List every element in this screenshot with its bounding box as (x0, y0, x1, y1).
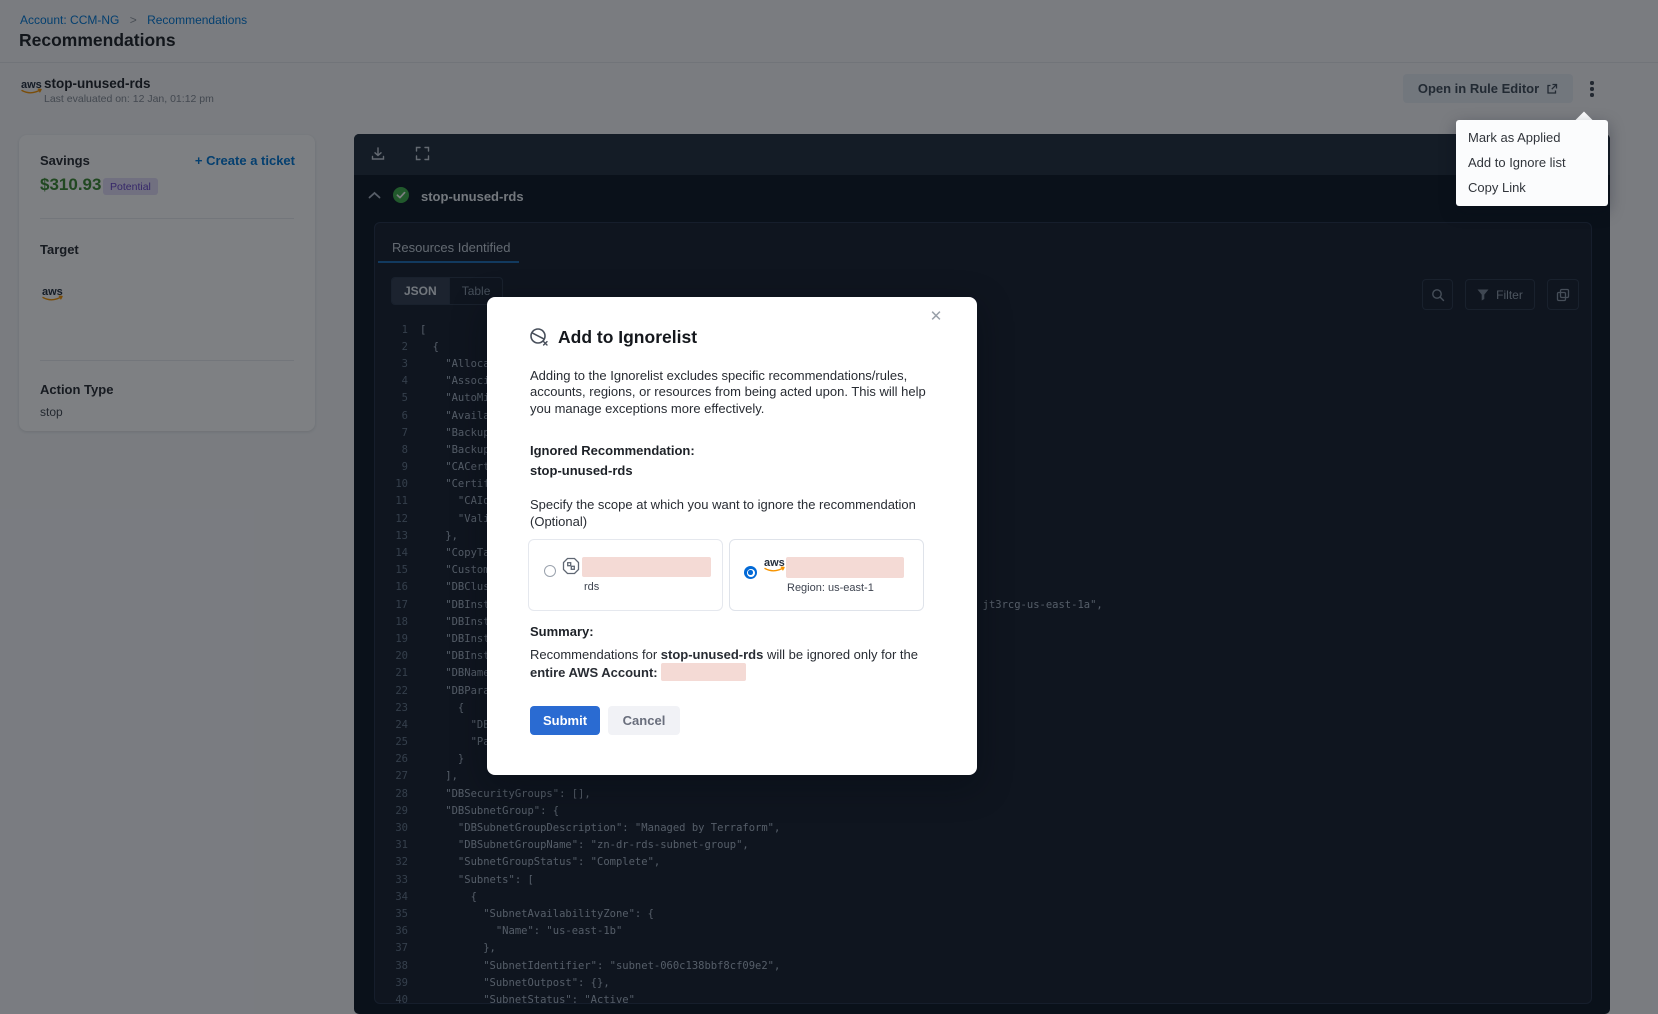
submit-button[interactable]: Submit (530, 706, 600, 735)
redacted-resource-id (582, 557, 711, 577)
scope-option-resource-label: rds (584, 581, 599, 593)
modal-description: Adding to the Ignorelist excludes specif… (530, 368, 930, 417)
summary-text: Recommendations for stop-unused-rds will… (530, 646, 950, 681)
ignored-recommendation-label: Ignored Recommendation: (530, 443, 695, 458)
account-aws-logo-icon: aws (763, 556, 786, 573)
menu-item-copy-link[interactable]: Copy Link (1456, 175, 1608, 200)
menu-item-add-to-ignore-list[interactable]: Add to Ignore list (1456, 150, 1608, 175)
redacted-account-id (786, 557, 904, 578)
context-menu: Mark as Applied Add to Ignore list Copy … (1456, 120, 1608, 206)
cancel-button[interactable]: Cancel (608, 706, 680, 735)
scope-prompt: Specify the scope at which you want to i… (530, 497, 934, 530)
scope-option-account[interactable]: aws Region: us-east-1 (729, 539, 924, 611)
close-icon[interactable]: ✕ (923, 303, 949, 329)
modal-title: Add to Ignorelist (558, 327, 697, 348)
page: Account: CCM-NG > Recommendations Recomm… (0, 0, 1658, 1014)
resource-icon (561, 556, 581, 576)
ignore-icon (529, 327, 550, 348)
radio-account-selected[interactable] (744, 566, 757, 579)
add-to-ignorelist-modal: ✕ Add to Ignorelist Adding to the Ignore… (487, 297, 977, 775)
radio-resource[interactable] (544, 565, 556, 577)
scope-option-resource[interactable]: rds (528, 539, 723, 611)
scope-option-account-label: Region: us-east-1 (787, 582, 874, 594)
summary-label: Summary: (530, 624, 594, 639)
ignored-recommendation-name: stop-unused-rds (530, 463, 633, 478)
menu-item-mark-as-applied[interactable]: Mark as Applied (1456, 125, 1608, 150)
redacted-account-id-inline (661, 663, 746, 681)
